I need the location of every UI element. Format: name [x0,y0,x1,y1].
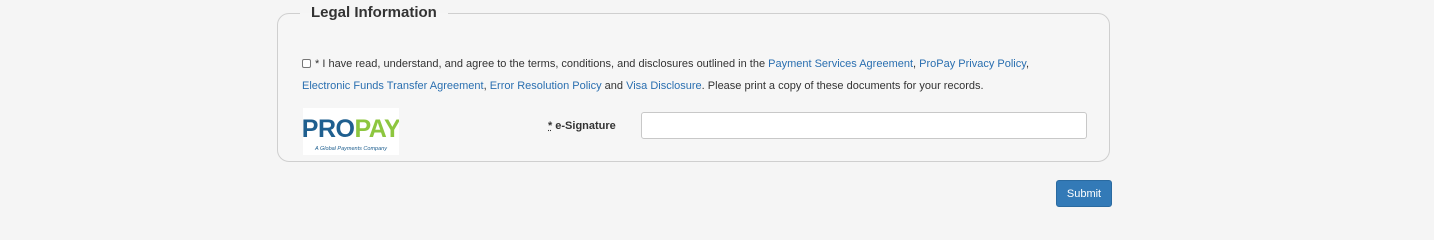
propay-privacy-policy-link[interactable]: ProPay Privacy Policy [919,58,1026,70]
e-signature-label-text: e-Signature [555,120,616,132]
error-resolution-policy-link[interactable]: Error Resolution Policy [490,80,602,92]
submit-button[interactable]: Submit [1056,180,1112,207]
agree-checkbox[interactable] [302,59,311,68]
payment-services-agreement-link[interactable]: Payment Services Agreement [768,58,913,70]
e-signature-input[interactable] [641,112,1087,139]
terms-intro-text: * I have read, understand, and agree to … [315,58,769,70]
propay-logo-wordmark: PROPAY [303,115,399,143]
propay-logo-tagline: A Global Payments Company [314,146,388,152]
terms-outro-text: . Please print a copy of these documents… [701,80,984,92]
propay-logo-graphic: PROPAY A Global Payments Company [303,115,399,152]
visa-disclosure-link[interactable]: Visa Disclosure [626,80,702,92]
terms-separator: , [1025,58,1029,70]
terms-agreement: * I have read, understand, and agree to … [302,53,1092,97]
required-indicator: * [548,120,553,132]
legal-information-section: Legal Information * I have read, underst… [277,4,1110,162]
legal-information-legend: Legal Information [311,4,437,21]
terms-separator: and [601,80,627,92]
propay-logo: PROPAY A Global Payments Company [303,108,399,155]
electronic-funds-transfer-agreement-link[interactable]: Electronic Funds Transfer Agreement [302,80,484,92]
page: Legal Information * I have read, underst… [0,0,1434,217]
e-signature-label: * e-Signature [548,119,616,133]
